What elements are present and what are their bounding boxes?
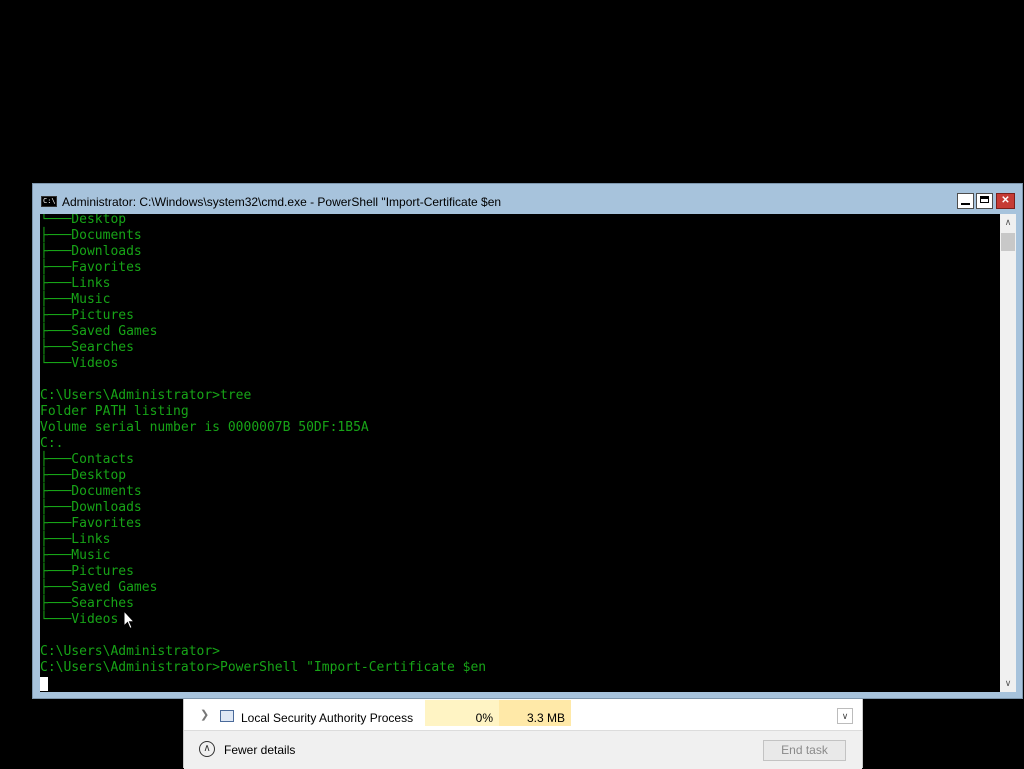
console-line: C:\Users\Administrator>tree <box>40 388 252 403</box>
console-line: └───Desktop <box>40 214 127 227</box>
mouse-pointer-icon <box>123 610 135 630</box>
console-line: ├───Downloads <box>40 500 142 515</box>
scroll-down-icon[interactable]: ∨ <box>1000 675 1016 692</box>
console-line: C:. <box>40 436 64 451</box>
task-manager-window: ❯ Local Security Authority Process 0% 3.… <box>183 690 863 769</box>
console-line: ├───Saved Games <box>40 324 158 339</box>
console-line: C:\Users\Administrator>PowerShell "Impor… <box>40 660 487 675</box>
console-line: ├───Contacts <box>40 452 134 467</box>
task-manager-footer: ∧ Fewer details End task <box>184 730 862 769</box>
close-icon: ✕ <box>1001 195 1010 206</box>
console-line: ├───Pictures <box>40 564 134 579</box>
console-line: C:\Users\Administrator> <box>40 644 221 659</box>
console-line: ├───Searches <box>40 340 134 355</box>
process-row[interactable]: ❯ Local Security Authority Process 0% 3.… <box>184 700 844 726</box>
process-cpu: 0% <box>425 700 499 726</box>
console-text: └───Desktop ├───Documents ├───Downloads … <box>40 214 486 676</box>
console-line: ├───Desktop <box>40 468 127 483</box>
scroll-down-button[interactable]: ∨ <box>837 708 853 724</box>
cmd-app-icon: C:\ <box>41 196 57 207</box>
title-bar[interactable]: C:\ Administrator: C:\Windows\system32\c… <box>33 184 1022 214</box>
chevron-up-icon[interactable]: ∧ <box>199 741 215 757</box>
console-line: ├───Documents <box>40 228 142 243</box>
console-line: └───Videos <box>40 356 119 371</box>
console-line: ├───Music <box>40 548 111 563</box>
minimize-icon <box>961 203 970 205</box>
console-line: ├───Links <box>40 532 111 547</box>
cmd-window: C:\ Administrator: C:\Windows\system32\c… <box>32 183 1023 699</box>
console-line: Folder PATH listing <box>40 404 189 419</box>
expand-chevron-icon[interactable]: ❯ <box>200 708 209 721</box>
minimize-button[interactable] <box>957 193 974 209</box>
fewer-details-link[interactable]: Fewer details <box>224 743 295 757</box>
end-task-button[interactable]: End task <box>763 740 846 761</box>
maximize-icon <box>980 196 989 203</box>
scroll-thumb[interactable] <box>1001 233 1015 251</box>
console-line: ├───Favorites <box>40 260 142 275</box>
console-line: └───Videos <box>40 612 119 627</box>
window-title: Administrator: C:\Windows\system32\cmd.e… <box>62 195 502 209</box>
maximize-button[interactable] <box>976 193 993 209</box>
console-line: ├───Music <box>40 292 111 307</box>
scroll-up-icon[interactable]: ∧ <box>1000 214 1016 231</box>
console-line: ├───Saved Games <box>40 580 158 595</box>
console-line: Volume serial number is 0000007B 50DF:1B… <box>40 420 369 435</box>
close-button[interactable]: ✕ <box>996 193 1015 209</box>
console-output-area[interactable]: └───Desktop ├───Documents ├───Downloads … <box>40 214 1000 692</box>
text-cursor <box>40 677 48 691</box>
console-line: ├───Favorites <box>40 516 142 531</box>
process-icon <box>220 710 234 722</box>
console-line: ├───Links <box>40 276 111 291</box>
process-memory: 3.3 MB <box>499 700 571 726</box>
process-name: Local Security Authority Process <box>241 711 414 725</box>
vertical-scrollbar[interactable]: ∧ ∨ <box>1000 214 1016 692</box>
console-line: ├───Documents <box>40 484 142 499</box>
console-line: ├───Downloads <box>40 244 142 259</box>
console-line: ├───Pictures <box>40 308 134 323</box>
console-line: ├───Searches <box>40 596 134 611</box>
